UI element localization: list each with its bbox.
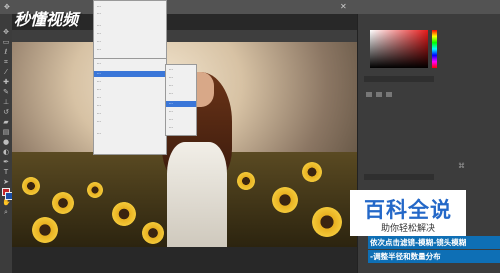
video-logo: 秒懂视频 — [14, 10, 79, 29]
watermark-title: 百科全说 — [364, 198, 452, 222]
menu-item[interactable]: ··· — [97, 39, 101, 45]
sunflower — [237, 172, 255, 190]
menu-item[interactable]: ··· — [97, 119, 101, 125]
text-icon[interactable]: T — [2, 168, 10, 176]
submenu-item-lens-blur[interactable]: ··· — [166, 101, 196, 107]
menu-item[interactable]: ··· — [97, 111, 101, 117]
move-icon[interactable]: ✥ — [4, 3, 10, 11]
sunflower — [142, 222, 164, 244]
gradient-icon[interactable]: ▤ — [2, 128, 10, 136]
brush-icon[interactable]: ✎ — [2, 88, 10, 96]
blur-submenu: ··· ··· ··· ··· ··· ··· ··· ··· — [165, 64, 197, 136]
menu-item[interactable]: ··· — [97, 31, 101, 37]
color-picker-field[interactable] — [370, 30, 428, 68]
sunflower — [52, 192, 74, 214]
document-tab-bar[interactable] — [12, 30, 357, 42]
close-icon[interactable]: ✕ — [340, 2, 347, 11]
menu-item[interactable]: ··· — [97, 47, 101, 53]
sunflower — [32, 217, 58, 243]
sunflower — [302, 162, 322, 182]
menu-item[interactable]: ··· — [97, 23, 101, 29]
adjustment-icon[interactable] — [376, 92, 382, 97]
submenu-item[interactable]: ··· — [169, 117, 173, 123]
menu-item[interactable]: ··· — [97, 79, 101, 85]
menu-item[interactable]: ··· — [97, 95, 101, 101]
submenu-item[interactable]: ··· — [169, 75, 173, 81]
menu-item[interactable]: ··· — [97, 4, 101, 10]
stamp-icon[interactable]: ⊥ — [2, 98, 10, 106]
submenu-item[interactable]: ··· — [169, 91, 173, 97]
marquee-icon[interactable]: ▭ — [2, 38, 10, 46]
menu-item[interactable]: ··· — [97, 61, 101, 67]
blur-icon[interactable]: ● — [2, 138, 10, 146]
lasso-icon[interactable]: ℓ — [2, 48, 10, 56]
sunflower — [112, 202, 136, 226]
caption-line-1: 依次点击滤镜-模糊-镜头模糊 — [368, 236, 500, 249]
menu-item-blur[interactable]: ··· — [94, 71, 166, 77]
hue-slider[interactable] — [432, 30, 437, 68]
history-brush-icon[interactable]: ↺ — [2, 108, 10, 116]
girl-white-top — [167, 142, 227, 247]
dodge-icon[interactable]: ◐ — [2, 148, 10, 156]
move-icon[interactable]: ✥ — [2, 28, 10, 36]
caption-line-2: -调整半径和数量分布 — [368, 250, 500, 263]
submenu-item[interactable]: ··· — [169, 67, 173, 73]
submenu-item[interactable]: ··· — [169, 83, 173, 89]
eraser-icon[interactable]: ▰ — [2, 118, 10, 126]
heal-icon[interactable]: ✚ — [2, 78, 10, 86]
sunflower — [312, 207, 342, 237]
panel-tab-strip[interactable] — [364, 76, 434, 82]
pen-icon[interactable]: ✒ — [2, 158, 10, 166]
crop-icon[interactable]: ⌗ — [2, 58, 10, 66]
submenu-item[interactable]: ··· — [169, 125, 173, 131]
menu-item[interactable]: ··· — [97, 103, 101, 109]
sunflower — [272, 187, 298, 213]
submenu-item[interactable]: ··· — [169, 109, 173, 115]
zoom-icon[interactable]: ⌕ — [2, 208, 10, 216]
sunflower — [22, 177, 40, 195]
sunflower — [87, 182, 103, 198]
eyedropper-icon[interactable]: ⁄ — [2, 68, 10, 76]
hint-icon: ⌘ — [458, 162, 465, 170]
watermark-subtitle: 助你轻松解决 — [380, 224, 435, 234]
adjustment-icon[interactable] — [366, 92, 372, 97]
filter-menu-lower: ··· ··· ··· ··· ··· ··· ··· ··· ··· — [93, 58, 167, 155]
menu-item[interactable]: ··· — [97, 131, 101, 137]
menu-item[interactable]: ··· — [97, 11, 101, 17]
watermark-box: 百科全说 助你轻松解决 — [350, 190, 466, 236]
layers-tab-strip[interactable] — [364, 174, 434, 180]
adjustment-icon[interactable] — [386, 92, 392, 97]
path-select-icon[interactable]: ➤ — [2, 178, 10, 186]
menu-item[interactable]: ··· — [97, 87, 101, 93]
